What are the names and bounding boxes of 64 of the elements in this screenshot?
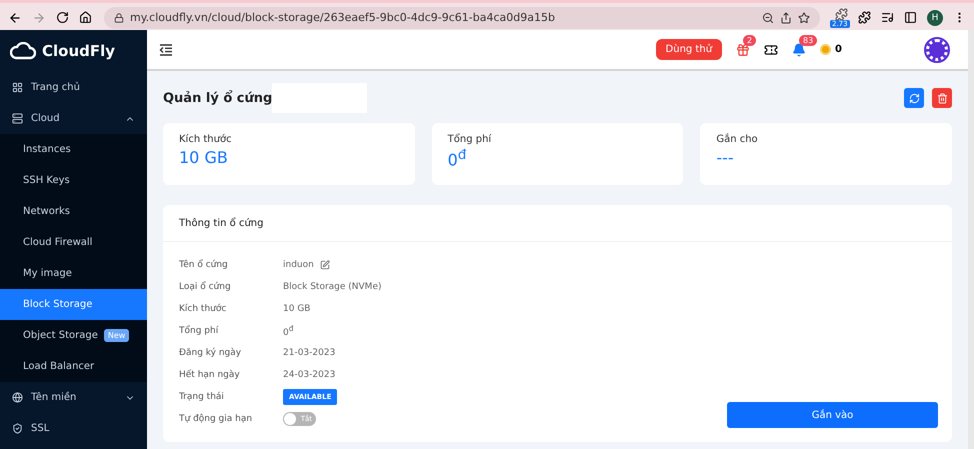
sidebar-item[interactable]: Cloud <box>0 103 147 134</box>
sidebar-item[interactable]: Block Storage <box>0 289 147 320</box>
page-title: Quản lý ổ cứng <box>163 90 272 106</box>
sidebar-item[interactable]: Networks <box>0 196 147 227</box>
cloudfly-logo: CloudFly <box>0 30 147 72</box>
field-value: Block Storage (NVMe) <box>283 282 382 292</box>
field-label: Loại ổ cứng <box>179 282 232 292</box>
extensions-icon[interactable] <box>858 11 871 24</box>
field-label: Tự động gia hạn <box>179 414 254 424</box>
sidebar-item[interactable]: Tên miền <box>0 382 147 413</box>
card-title: Thông tin ổ cứng <box>179 218 264 228</box>
stat-label: Kích thước <box>179 134 233 145</box>
stat-label: Tổng phí <box>448 134 492 145</box>
sidebar-item[interactable]: Cloud Firewall <box>0 227 147 258</box>
new-badge: New <box>104 329 130 342</box>
field-label: Tên ổ cứng <box>179 260 229 270</box>
trial-button[interactable]: Dùng thử <box>656 39 722 60</box>
server-icon <box>12 113 23 124</box>
sidebar-item[interactable]: SSH Keys <box>0 165 147 196</box>
notification-count: 83 <box>799 34 818 46</box>
sidebar-item[interactable]: My image <box>0 258 147 289</box>
field-value: 10 GB <box>283 304 310 314</box>
media-icon[interactable] <box>881 11 894 24</box>
address-bar[interactable]: my.cloudfly.vn/cloud/block-storage/263eaef5-9bc0-4dc9-9c61-ba4ca0d9a15b <box>104 6 820 28</box>
user-avatar[interactable] <box>926 38 948 60</box>
side-panel-icon[interactable] <box>904 11 917 24</box>
stat-value: 10 GB <box>179 148 229 167</box>
delete-button[interactable] <box>932 88 952 108</box>
refresh-button[interactable] <box>904 88 924 108</box>
coin-balance: 0 <box>835 44 842 55</box>
sidebar-item[interactable]: Instances <box>0 134 147 165</box>
grid-icon <box>12 82 23 93</box>
ticket-icon[interactable] <box>764 42 778 56</box>
home-icon[interactable] <box>79 11 92 24</box>
gift-icon[interactable] <box>736 42 750 56</box>
sidebar-item[interactable]: Object Storage New <box>0 320 147 351</box>
globe-icon <box>12 392 23 403</box>
field-label: Kích thước <box>179 304 228 314</box>
refresh-icon <box>908 92 920 104</box>
profile-avatar[interactable]: H <box>927 10 943 26</box>
stat-value: --- <box>716 148 735 167</box>
field-value: 21-03-2023 <box>283 348 336 358</box>
gift-count: 2 <box>743 34 756 46</box>
field-value: 24-03-2023 <box>283 370 336 380</box>
trash-icon <box>936 92 948 104</box>
field-value: 0$^{đ}$ <box>283 324 294 338</box>
edit-icon[interactable] <box>320 260 330 270</box>
back-icon[interactable] <box>8 10 22 24</box>
field-value: induon <box>283 260 314 270</box>
sidebar-item[interactable]: Load Balancer <box>0 351 147 382</box>
field-label: Đăng ký ngày <box>179 348 242 358</box>
notification-icon[interactable] <box>792 42 806 56</box>
stat-label: Gắn cho <box>716 134 759 145</box>
field-label: Hết hạn ngày <box>179 370 241 380</box>
field-label: Tổng phí <box>179 326 220 336</box>
stat-value: 0$^{đ}$ <box>448 148 468 170</box>
attach-button[interactable]: Gắn vào <box>727 402 938 428</box>
reload-icon[interactable] <box>56 11 69 24</box>
sidebar-item[interactable]: Trang chủ <box>0 72 147 103</box>
field-label: Trạng thái <box>179 392 225 402</box>
shield-icon <box>12 423 23 434</box>
sidebar-item[interactable]: SSL <box>0 413 147 444</box>
coin-icon <box>820 44 832 55</box>
menu-toggle-icon[interactable] <box>159 44 173 56</box>
